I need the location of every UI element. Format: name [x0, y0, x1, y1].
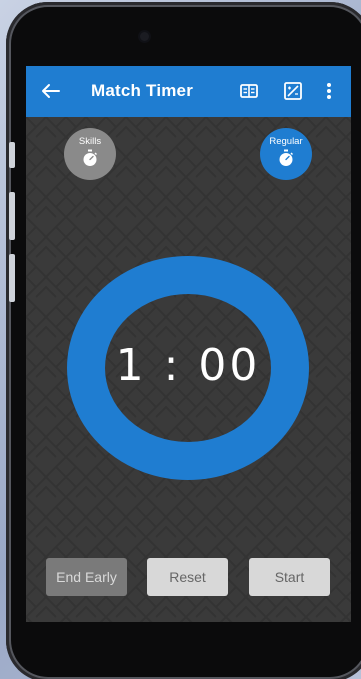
reset-button[interactable]: Reset — [147, 558, 228, 596]
scoreboard-icon — [240, 84, 258, 98]
skills-mode-button[interactable]: Skills — [64, 128, 116, 180]
start-button[interactable]: Start — [249, 558, 330, 596]
end-early-button[interactable]: End Early — [46, 558, 127, 596]
back-button[interactable] — [38, 78, 64, 104]
overflow-menu-button[interactable] — [319, 78, 339, 104]
timer-display: 1 : 00 — [115, 340, 261, 391]
phone-side-button — [9, 142, 15, 168]
image-edit-button[interactable] — [280, 78, 306, 104]
front-camera — [140, 32, 149, 41]
stopwatch-icon — [279, 149, 293, 166]
skills-mode-label: Skills — [78, 136, 102, 147]
scoreboard-button[interactable] — [236, 78, 262, 104]
more-vert-icon — [327, 83, 331, 99]
app-screen: Match Timer Skills Regular 1: 00 End Ea… — [26, 66, 351, 622]
page-title: Match Timer — [91, 81, 194, 100]
regular-mode-label: Regular — [269, 136, 303, 147]
arrow-left-icon — [42, 84, 60, 98]
image-edit-icon — [284, 82, 302, 100]
phone-volume-up-button — [9, 192, 15, 240]
regular-mode-button[interactable]: Regular — [260, 128, 312, 180]
stopwatch-icon — [83, 149, 97, 166]
timer-dial: 1 : 00 — [66, 256, 310, 480]
page-background: Match Timer Skills Regular 1: 00 End Ea… — [0, 0, 361, 679]
app-bar: Match Timer — [26, 66, 351, 117]
phone-volume-down-button — [9, 254, 15, 302]
